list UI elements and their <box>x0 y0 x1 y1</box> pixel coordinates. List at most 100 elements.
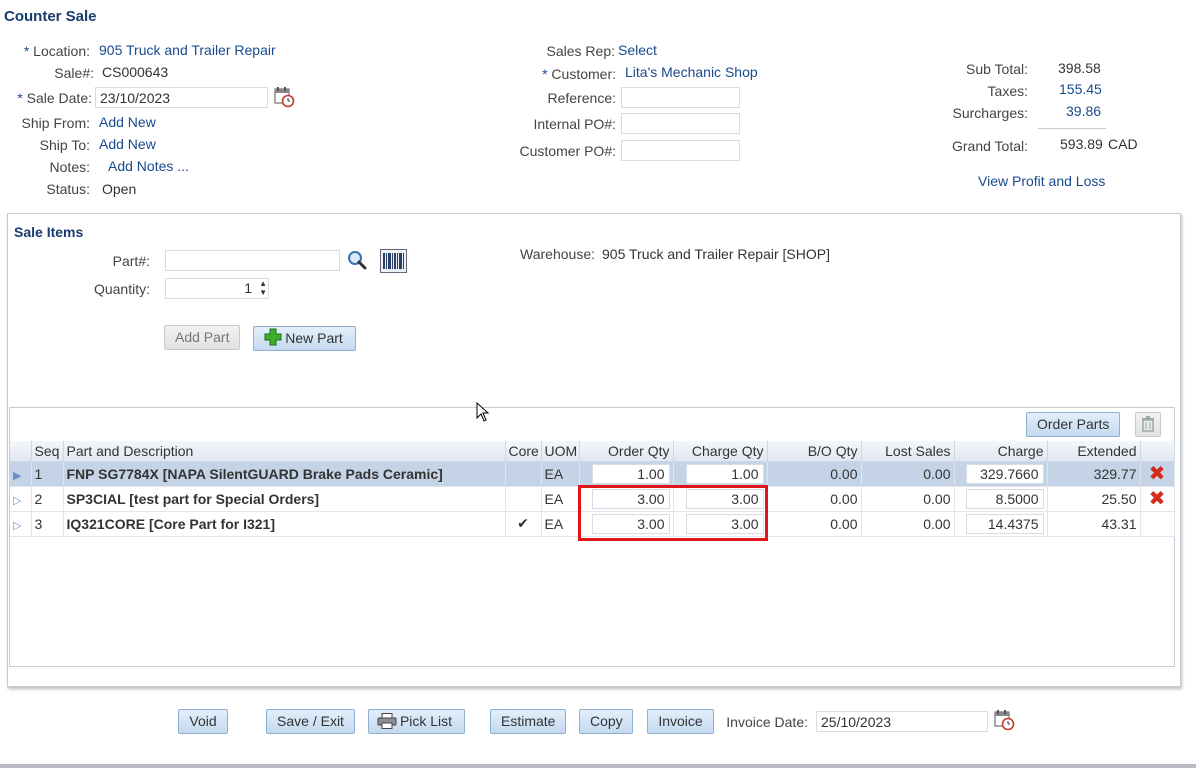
column-header[interactable]: Order Qty <box>579 441 674 462</box>
warehouse-value: 905 Truck and Trailer Repair [SHOP] <box>602 246 830 262</box>
bo-qty-cell: 0.00 <box>767 511 862 537</box>
column-header[interactable]: Extended <box>1047 441 1141 462</box>
internal-po-label: Internal PO#: <box>533 116 617 132</box>
delete-row-icon[interactable]: ✖ <box>1149 463 1166 485</box>
calendar-clock-icon[interactable] <box>993 709 1015 734</box>
calendar-clock-icon[interactable] <box>273 86 295 111</box>
sale-items-title: Sale Items <box>14 224 84 240</box>
sale-date-label: * Sale Date: <box>17 90 92 106</box>
lost-sales-cell: 0.00 <box>861 486 955 512</box>
sale-number-value: CS000643 <box>102 64 169 80</box>
view-profit-loss-link[interactable]: View Profit and Loss <box>978 173 1105 189</box>
uom-cell: EA <box>541 461 580 487</box>
estimate-button[interactable]: Estimate <box>490 709 566 734</box>
uom-cell: EA <box>541 511 580 537</box>
row-expand-icon[interactable]: ▶ <box>10 461 32 487</box>
quantity-label: Quantity: <box>93 281 150 297</box>
copy-button[interactable]: Copy <box>579 709 633 734</box>
part-description-cell: FNP SG7784X [NAPA SilentGUARD Brake Pads… <box>63 461 506 487</box>
part-number-input[interactable] <box>165 250 340 271</box>
stepper-arrows-icon[interactable]: ▲ ▼ <box>259 279 267 297</box>
quantity-stepper[interactable]: 1 ▲ ▼ <box>165 278 269 299</box>
plus-icon <box>264 328 282 353</box>
part-description-cell: IQ321CORE [Core Part for I321] <box>63 511 506 537</box>
add-notes-link[interactable]: Add Notes ... <box>108 158 189 174</box>
subtotal-value: 398.58 <box>1058 60 1101 76</box>
customer-link[interactable]: Lita's Mechanic Shop <box>625 64 758 80</box>
bo-qty-cell: 0.00 <box>767 486 862 512</box>
row-expand-icon[interactable]: ▷ <box>10 511 32 537</box>
customer-po-label: Customer PO#: <box>519 143 616 159</box>
window-bottom-edge <box>0 764 1196 768</box>
ship-to-label: Ship To: <box>39 137 90 153</box>
charge-input[interactable]: 8.5000 <box>965 488 1044 509</box>
grand-total-value: 593.89 <box>1060 136 1103 152</box>
ship-to-add-link[interactable]: Add New <box>99 136 156 152</box>
charge-input[interactable]: 14.4375 <box>965 513 1044 534</box>
column-header[interactable]: Lost Sales <box>861 441 955 462</box>
ship-from-add-link[interactable]: Add New <box>99 114 156 130</box>
column-header[interactable]: UOM <box>541 441 580 462</box>
column-header[interactable]: Charge <box>954 441 1048 462</box>
charge-input[interactable]: 329.7660 <box>965 463 1044 484</box>
seq-cell: 2 <box>31 486 64 512</box>
new-part-button[interactable]: New Part <box>253 326 356 351</box>
notes-label: Notes: <box>49 159 90 175</box>
table-header-row: Seq Part and Description Core UOM Order … <box>10 441 1175 462</box>
invoice-date-input[interactable] <box>816 711 988 732</box>
core-cell <box>505 486 542 512</box>
barcode-icon[interactable] <box>380 249 407 276</box>
invoice-button[interactable]: Invoice <box>647 709 714 734</box>
order-qty-input[interactable]: 1.00 <box>591 463 670 484</box>
delete-row-icon[interactable]: ✖ <box>1149 488 1166 510</box>
sale-date-input[interactable] <box>95 87 268 108</box>
totals-divider <box>1038 128 1106 129</box>
part-description-cell: SP3CIAL [test part for Special Orders] <box>63 486 506 512</box>
quantity-value: 1 <box>244 280 252 296</box>
trash-icon <box>1141 416 1155 439</box>
empty-action-cell <box>1140 511 1175 537</box>
currency-code: CAD <box>1108 136 1138 152</box>
highlight-box <box>578 485 768 541</box>
search-icon[interactable] <box>346 249 368 274</box>
location-label: * Location: <box>23 43 90 59</box>
uom-cell: EA <box>541 486 580 512</box>
column-header[interactable]: B/O Qty <box>767 441 862 462</box>
taxes-label: Taxes: <box>987 83 1028 99</box>
internal-po-input[interactable] <box>621 113 740 134</box>
order-parts-button[interactable]: Order Parts <box>1026 412 1120 437</box>
reference-input[interactable] <box>621 87 740 108</box>
customer-po-input[interactable] <box>621 140 740 161</box>
location-link[interactable]: 905 Truck and Trailer Repair <box>99 42 276 58</box>
bo-qty-cell: 0.00 <box>767 461 862 487</box>
column-header[interactable]: Core <box>505 441 542 462</box>
sales-rep-select-link[interactable]: Select <box>618 42 657 58</box>
core-cell <box>505 461 542 487</box>
column-header[interactable]: Charge Qty <box>673 441 768 462</box>
seq-cell: 3 <box>31 511 64 537</box>
core-check-icon: ✔ <box>505 511 542 537</box>
column-header[interactable]: Part and Description <box>63 441 506 462</box>
sale-number-label: Sale#: <box>54 65 94 81</box>
taxes-link[interactable]: 155.45 <box>1059 81 1102 97</box>
surcharges-label: Surcharges: <box>952 105 1028 121</box>
charge-qty-input[interactable]: 1.00 <box>685 463 764 484</box>
ship-from-label: Ship From: <box>21 115 90 131</box>
column-header[interactable]: Seq <box>31 441 64 462</box>
printer-icon <box>377 713 397 736</box>
void-button[interactable]: Void <box>178 709 228 734</box>
trash-button[interactable] <box>1135 412 1161 437</box>
sales-rep-label: Sales Rep: <box>546 43 615 59</box>
warehouse-label: Warehouse: <box>520 246 595 262</box>
table-row[interactable]: ▶ 1 FNP SG7784X [NAPA SilentGUARD Brake … <box>10 461 1175 487</box>
seq-cell: 1 <box>31 461 64 487</box>
reference-label: Reference: <box>547 90 616 106</box>
subtotal-label: Sub Total: <box>965 61 1028 77</box>
surcharges-link[interactable]: 39.86 <box>1066 103 1101 119</box>
row-expand-icon[interactable]: ▷ <box>10 486 32 512</box>
pick-list-button[interactable]: Pick List <box>368 709 465 734</box>
mouse-cursor-icon <box>476 401 490 425</box>
save-exit-button[interactable]: Save / Exit <box>266 709 355 734</box>
add-part-button[interactable]: Add Part <box>164 325 240 350</box>
extended-cell: 329.77 <box>1047 461 1141 487</box>
